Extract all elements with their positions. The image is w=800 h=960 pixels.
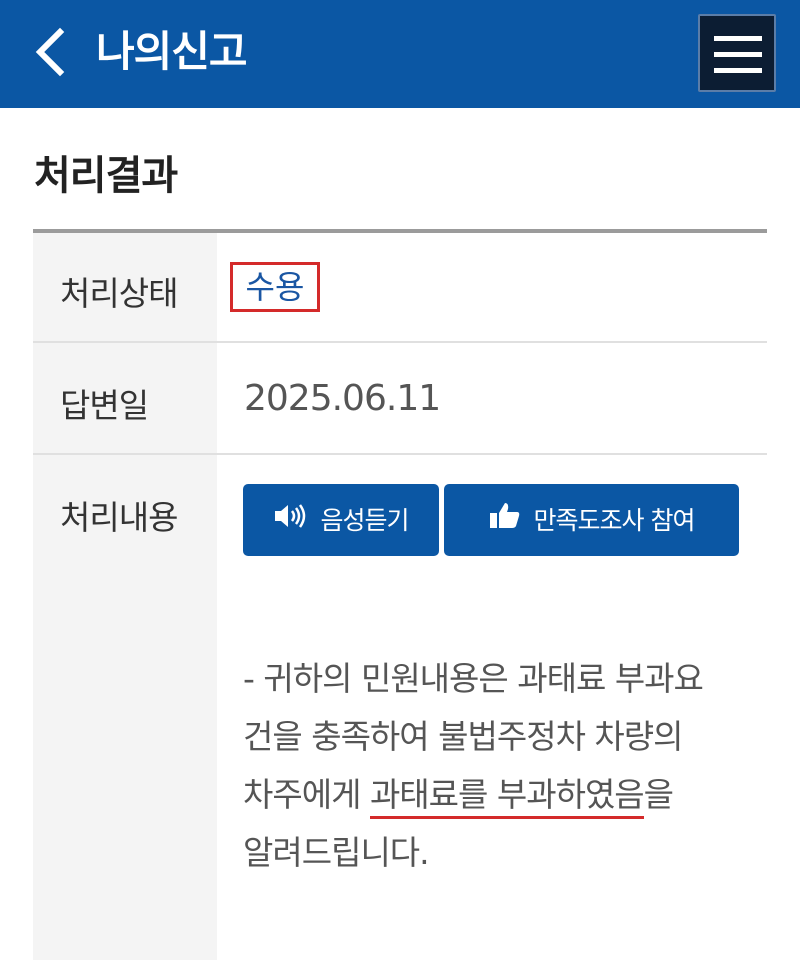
result-table: 처리상태 수용 답변일 2025.06.11 처리내용 음성듣기 만족도조사 참… <box>33 229 767 960</box>
chevron-left-icon <box>35 27 65 77</box>
listen-button[interactable]: 음성듣기 <box>243 484 439 556</box>
hamburger-menu-icon <box>714 36 762 41</box>
status-label: 처리상태 <box>60 274 178 313</box>
content-line-4: 알려드립니다. <box>243 833 430 872</box>
speaker-icon <box>274 485 308 557</box>
content-line-2: 건을 충족하여 불법주정차 차량의 <box>243 717 684 756</box>
section-title: 처리결과 <box>34 153 178 199</box>
status-label-cell: 처리상태 <box>33 233 217 341</box>
back-button[interactable] <box>30 26 74 78</box>
listen-button-label: 음성듣기 <box>320 506 409 535</box>
menu-button[interactable] <box>698 14 776 92</box>
answer-date-row: 답변일 2025.06.11 <box>33 343 767 453</box>
content-line-3-prefix: 차주에게 <box>243 775 370 814</box>
content-row: 처리내용 음성듣기 만족도조사 참여 - 귀하의 민원내용은 과태료 부과요 건… <box>33 455 767 960</box>
app-header: 나의신고 <box>0 0 800 108</box>
hamburger-menu-icon-bar <box>714 52 762 57</box>
status-row: 처리상태 수용 <box>33 233 767 341</box>
thumbs-up-icon <box>489 485 521 557</box>
content-line-1: - 귀하의 민원내용은 과태료 부과요 <box>243 659 704 698</box>
content-label-cell: 처리내용 <box>33 455 217 960</box>
answer-date-label-cell: 답변일 <box>33 343 217 453</box>
content-text: - 귀하의 민원내용은 과태료 부과요 건을 충족하여 불법주정차 차량의 차주… <box>243 650 753 882</box>
answer-date-value: 2025.06.11 <box>244 378 441 419</box>
survey-button[interactable]: 만족도조사 참여 <box>444 484 739 556</box>
hamburger-menu-icon-bar <box>714 68 762 73</box>
content-line-3: 차주에게 과태료를 부과하였음을 <box>243 766 753 824</box>
content-label: 처리내용 <box>60 498 178 537</box>
status-badge: 수용 <box>230 262 320 312</box>
survey-button-label: 만족도조사 참여 <box>533 506 696 535</box>
underlined-highlight: 과태료를 부과하였음 <box>369 775 645 819</box>
answer-date-label: 답변일 <box>60 386 149 425</box>
page-title: 나의신고 <box>96 27 248 76</box>
content-line-3-suffix: 을 <box>643 775 674 814</box>
